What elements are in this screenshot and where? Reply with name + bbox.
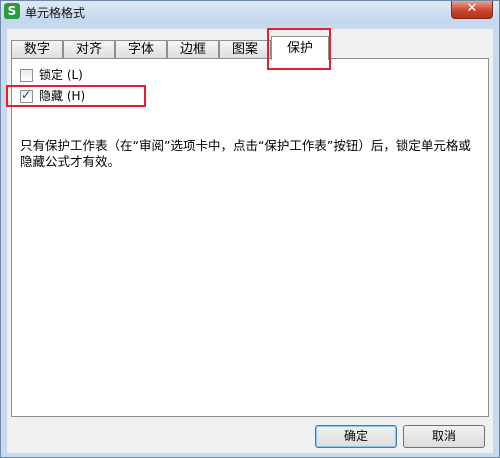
format-cells-dialog: S 单元格格式 ✕ 数字 对齐 字体 边框 图案 保护 锁定 (L) ✓ 隐藏 (…: [0, 0, 500, 458]
highlight-box-hidden-option: [6, 85, 146, 107]
protection-description: 只有保护工作表（在“审阅”选项卡中，点击“保护工作表”按钮）后，锁定单元格或隐藏…: [20, 138, 471, 169]
protection-panel: 锁定 (L) ✓ 隐藏 (H) 只有保护工作表（在“审阅”选项卡中，点击“保护工作…: [11, 58, 489, 417]
close-button[interactable]: ✕: [451, 1, 493, 19]
tab-alignment[interactable]: 对齐: [63, 40, 115, 59]
tab-border[interactable]: 边框: [167, 40, 219, 59]
tab-font[interactable]: 字体: [115, 40, 167, 59]
close-icon: ✕: [466, 1, 478, 16]
locked-checkbox[interactable]: [20, 69, 33, 82]
tab-pattern[interactable]: 图案: [219, 40, 271, 59]
highlight-box-protection-tab: [267, 28, 331, 70]
tab-number[interactable]: 数字: [11, 40, 63, 59]
cancel-button[interactable]: 取消: [403, 425, 485, 448]
locked-label: 锁定 (L): [39, 68, 83, 82]
app-logo-icon: S: [4, 3, 20, 19]
dialog-title: 单元格格式: [25, 6, 86, 20]
locked-option[interactable]: 锁定 (L): [20, 67, 83, 83]
ok-button[interactable]: 确定: [315, 425, 397, 448]
title-bar[interactable]: S 单元格格式 ✕: [1, 1, 499, 23]
